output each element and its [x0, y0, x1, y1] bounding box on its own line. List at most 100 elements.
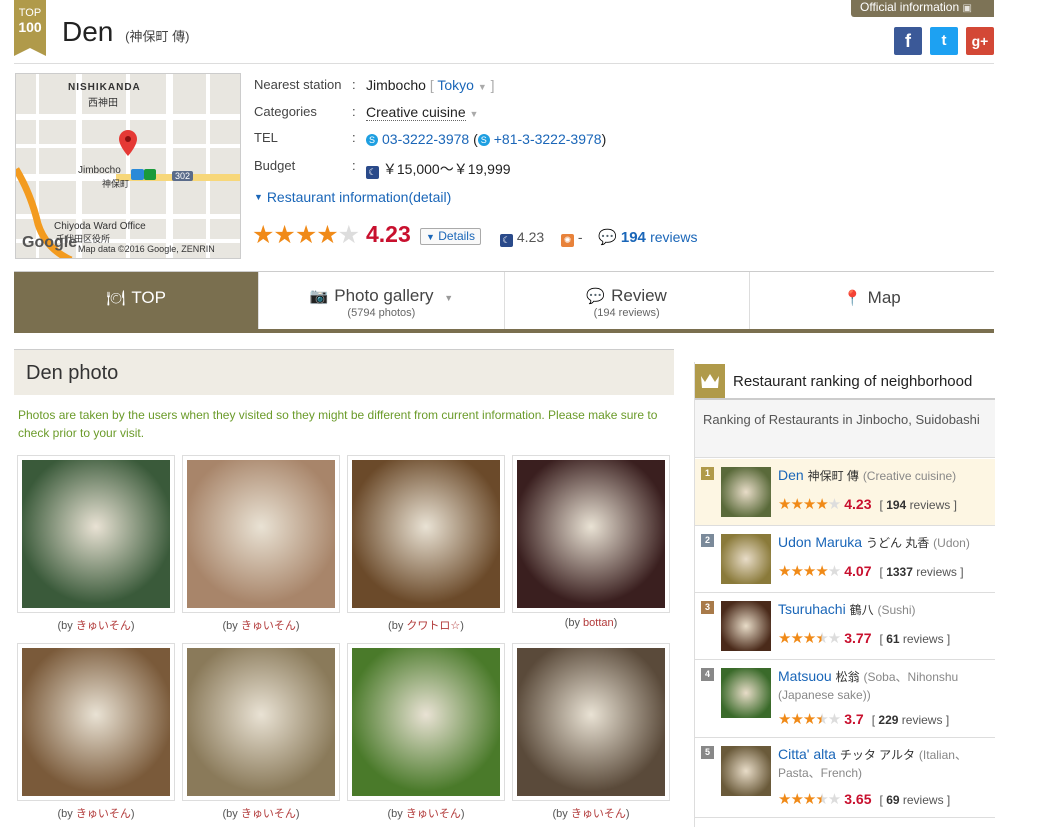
photo-user-link[interactable]: クワトロ☆: [406, 620, 460, 632]
ranking-thumbnail[interactable]: [721, 746, 771, 796]
ranking-thumbnail[interactable]: [721, 601, 771, 651]
food-photo[interactable]: [22, 648, 170, 796]
google-logo: Google: [22, 234, 78, 251]
ranking-review-count: 69: [886, 793, 900, 807]
category-name[interactable]: Creative cuisine: [366, 104, 466, 121]
food-photo[interactable]: [517, 648, 665, 796]
rating-row: ★★★★★: [252, 220, 360, 250]
food-photo[interactable]: [187, 460, 335, 608]
ranking-stars: ★★★★★: [778, 791, 841, 808]
food-photo[interactable]: [352, 648, 500, 796]
ranking-item[interactable]: 5 Citta' alta チッタ アルタ (Italian、Pasta、Fren…: [695, 738, 995, 818]
reviews-label[interactable]: reviews: [650, 229, 697, 245]
ranking-thumbnail[interactable]: [721, 668, 771, 718]
tab-photo-gallery[interactable]: 📷 Photo gallery ▼ (5794 photos): [259, 272, 505, 329]
by-suffix: ): [613, 617, 618, 629]
by-suffix: ): [460, 620, 464, 632]
photo-thumbnail[interactable]: [182, 643, 340, 801]
details-label: Details: [438, 229, 475, 243]
photo-thumbnail[interactable]: [17, 643, 175, 801]
dinner-score: 4.23: [516, 229, 545, 245]
ranking-item[interactable]: 4 Matsuou 松翁 (Soba、Nihonshu (Japanese sak…: [695, 660, 995, 738]
rating-details-button[interactable]: ▼ Details: [420, 228, 481, 245]
ranking-restaurant-link[interactable]: Citta' alta: [778, 746, 836, 762]
ranking-stars: ★★★★★: [778, 496, 841, 513]
twitter-share-button[interactable]: t: [930, 27, 958, 55]
restaurant-title: Den (神保町 傳): [62, 16, 189, 48]
photo-thumbnail[interactable]: [512, 643, 670, 801]
tab-review[interactable]: 💬 Review (194 reviews): [505, 272, 750, 329]
photo-user-link[interactable]: bottan: [583, 617, 614, 629]
by-suffix: ): [295, 620, 300, 632]
photo-dropdown-icon[interactable]: ▼: [444, 293, 453, 303]
ranking-reviews-label: reviews: [916, 565, 957, 579]
ranking-category: (Sushi): [877, 603, 916, 617]
ranking-panel: Restaurant ranking of neighborhood Ranki…: [694, 362, 995, 827]
photo-thumbnail[interactable]: [347, 643, 505, 801]
ranking-name-jp: 松翁: [835, 670, 860, 684]
ranking-score: 3.65: [844, 791, 872, 807]
colon: :: [352, 104, 356, 119]
official-icon: ▣: [962, 3, 972, 14]
photo-user-link[interactable]: きゅいそん: [241, 620, 296, 632]
detail-link-label[interactable]: Restaurant information(detail): [267, 189, 451, 205]
rating-stars: ★★★★★: [252, 221, 360, 249]
ranking-restaurant-link[interactable]: Udon Maruka: [778, 534, 862, 550]
photo-thumbnail[interactable]: [347, 455, 505, 613]
budget-amount: ￥15,000～￥19,999: [382, 161, 511, 177]
ranking-item[interactable]: 3 Tsuruhachi 鶴八 (Sushi) ★★★★★ 3.77 [ 61 revi…: [695, 593, 995, 660]
ranking-item[interactable]: 2 Udon Maruka うどん 丸香 (Udon) ★★★★★ 4.07 [ 133…: [695, 526, 995, 593]
photo-user-link[interactable]: きゅいそん: [241, 808, 296, 820]
photo-user-link[interactable]: きゅいそん: [406, 808, 461, 820]
tab-top[interactable]: 🍽 TOP: [14, 272, 260, 329]
by-prefix: (by: [564, 617, 584, 629]
by-prefix: (by: [222, 620, 241, 632]
ranking-item[interactable]: 1 Den 神保町 傳 (Creative cuisine) ★★★★★ 4.23 [ …: [695, 459, 995, 526]
ranking-review-count: 229: [878, 713, 899, 727]
tel-intl-link[interactable]: +81-3-3222-3978: [494, 131, 602, 147]
ranking-name-jp: 神保町 傳: [807, 469, 859, 483]
ranking-score: 3.77: [844, 630, 872, 646]
facebook-icon: f: [905, 31, 911, 51]
ranking-thumbnail[interactable]: [721, 467, 771, 517]
budget-label: Budget: [254, 158, 296, 173]
reviews-count[interactable]: 194: [621, 229, 646, 246]
bracket-open: [: [879, 793, 883, 807]
bracket-open: [: [879, 565, 883, 579]
photo-thumbnail[interactable]: [17, 455, 175, 613]
food-photo[interactable]: [517, 460, 665, 608]
photo-user-link[interactable]: きゅいそん: [76, 808, 131, 820]
bracket-open: [: [871, 713, 876, 727]
tel-label: TEL: [254, 130, 278, 145]
tel-link[interactable]: 03-3222-3978: [382, 131, 469, 147]
ranking-name-block: Den 神保町 傳 (Creative cuisine): [778, 467, 990, 485]
bracket-close: ]: [946, 793, 951, 807]
food-photo[interactable]: [352, 460, 500, 608]
station-icon: [144, 169, 156, 180]
by-prefix: (by: [388, 620, 407, 632]
facebook-share-button[interactable]: f: [894, 27, 922, 55]
ranking-restaurant-link[interactable]: Tsuruhachi: [778, 601, 846, 617]
photo-user-link[interactable]: きゅいそん: [76, 620, 131, 632]
food-photo[interactable]: [22, 460, 170, 608]
tab-map[interactable]: 📍 Map: [750, 272, 994, 329]
category-dropdown-icon[interactable]: ▼: [470, 109, 479, 119]
station-dropdown-icon[interactable]: ▼: [478, 82, 487, 92]
restaurant-detail-link[interactable]: ▼ Restaurant information(detail): [254, 189, 451, 205]
ranking-restaurant-link[interactable]: Matsuou: [778, 668, 832, 684]
photo-thumbnail[interactable]: [182, 455, 340, 613]
category-value[interactable]: Creative cuisine ▼: [366, 104, 479, 121]
tab-map-label: Map: [867, 288, 901, 307]
restaurant-map[interactable]: NISHIKANDA 西神田 Jimbocho 神保町 302 Chiyoda …: [15, 73, 241, 259]
food-photo[interactable]: [187, 648, 335, 796]
by-prefix: (by: [222, 808, 241, 820]
google-plus-share-button[interactable]: g+: [966, 27, 994, 55]
official-information-tab[interactable]: Official information ▣: [851, 0, 994, 17]
photo-user-link[interactable]: きゅいそん: [571, 808, 626, 820]
reviews-link[interactable]: 💬 194 reviews: [598, 228, 698, 246]
ranking-restaurant-link[interactable]: Den: [778, 467, 804, 483]
lunch-score: -: [577, 229, 583, 245]
station-area-link[interactable]: Tokyo: [437, 77, 474, 93]
ranking-thumbnail[interactable]: [721, 534, 771, 584]
photo-thumbnail[interactable]: [512, 455, 670, 613]
